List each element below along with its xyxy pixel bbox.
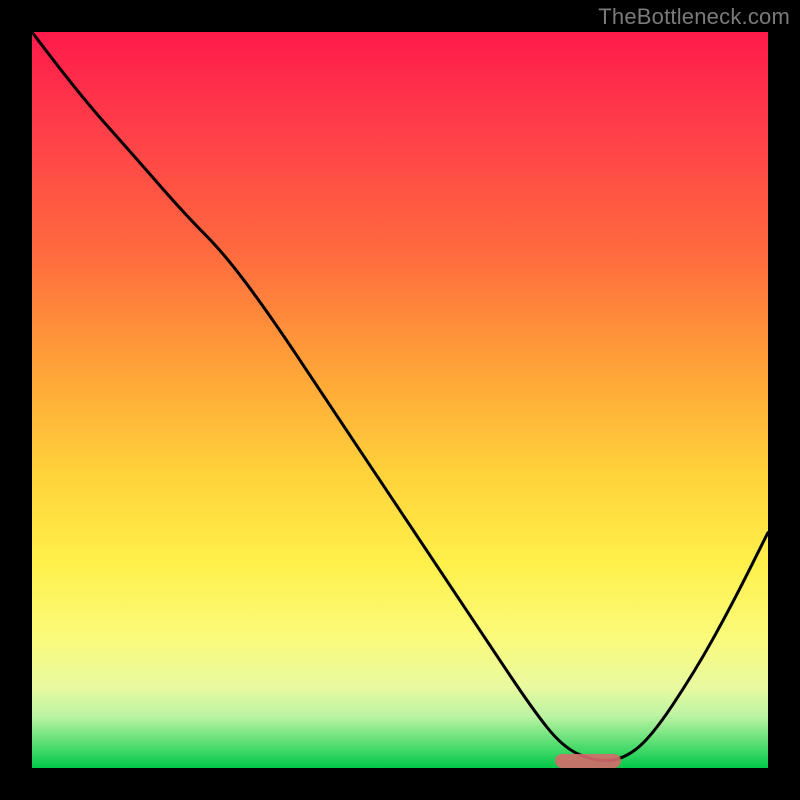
chart-frame: TheBottleneck.com — [0, 0, 800, 800]
plot-area — [32, 32, 768, 768]
watermark-text: TheBottleneck.com — [598, 4, 790, 30]
bottleneck-curve — [32, 32, 768, 768]
optimum-band-marker — [555, 754, 621, 768]
